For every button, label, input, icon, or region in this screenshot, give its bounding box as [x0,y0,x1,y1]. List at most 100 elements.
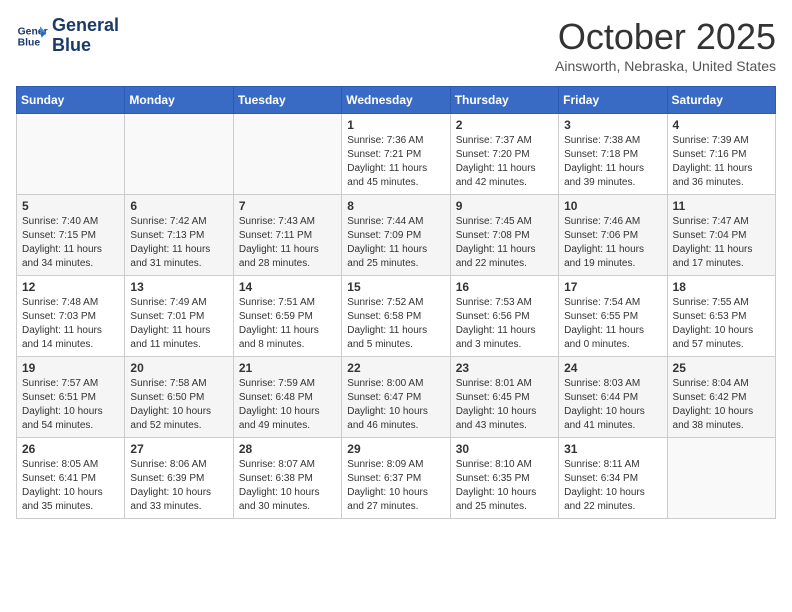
calendar-cell [233,114,341,195]
calendar-body: 1Sunrise: 7:36 AMSunset: 7:21 PMDaylight… [17,114,776,519]
day-info: Sunrise: 8:09 AMSunset: 6:37 PMDaylight:… [347,458,444,514]
day-number: 26 [22,442,119,456]
calendar-week-3: 12Sunrise: 7:48 AMSunset: 7:03 PMDayligh… [17,276,776,357]
calendar-cell: 9 Sunrise: 7:45 AMSunset: 7:08 PMDaylight… [450,195,558,276]
day-number: 17 [564,280,661,294]
day-info: Sunrise: 8:07 AMSunset: 6:38 PMDaylight:… [239,458,336,514]
day-info: Sunrise: 7:48 AMSunset: 7:03 PMDaylight:… [22,296,119,352]
day-info: Sunrise: 7:53 AMSunset: 6:56 PMDaylight:… [456,296,553,352]
col-friday: Friday [559,87,667,114]
day-info: Sunrise: 7:38 AMSunset: 7:18 PMDaylight:… [564,134,661,190]
day-info: Sunrise: 8:00 AMSunset: 6:47 PMDaylight:… [347,377,444,433]
day-number: 22 [347,361,444,375]
day-info: Sunrise: 7:57 AMSunset: 6:51 PMDaylight:… [22,377,119,433]
day-info: Sunrise: 7:39 AMSunset: 7:16 PMDaylight:… [673,134,770,190]
calendar-cell: 10 Sunrise: 7:46 AMSunset: 7:06 PMDayligh… [559,195,667,276]
day-number: 14 [239,280,336,294]
calendar-cell: 6 Sunrise: 7:42 AMSunset: 7:13 PMDaylight… [125,195,233,276]
logo: General Blue General Blue [16,16,119,56]
day-number: 15 [347,280,444,294]
day-info: Sunrise: 7:51 AMSunset: 6:59 PMDaylight:… [239,296,336,352]
calendar-week-4: 19 Sunrise: 7:57 AMSunset: 6:51 PMDayligh… [17,357,776,438]
location-text: Ainsworth, Nebraska, United States [555,58,776,74]
day-number: 24 [564,361,661,375]
day-info: Sunrise: 8:03 AMSunset: 6:44 PMDaylight:… [564,377,661,433]
day-info: Sunrise: 8:05 AMSunset: 6:41 PMDaylight:… [22,458,119,514]
day-info: Sunrise: 7:45 AMSunset: 7:08 PMDaylight:… [456,215,553,271]
day-info: Sunrise: 7:42 AMSunset: 7:13 PMDaylight:… [130,215,227,271]
calendar-cell: 8 Sunrise: 7:44 AMSunset: 7:09 PMDaylight… [342,195,450,276]
day-info: Sunrise: 7:36 AMSunset: 7:21 PMDaylight:… [347,134,444,190]
day-number: 19 [22,361,119,375]
calendar-cell: 15 Sunrise: 7:52 AMSunset: 6:58 PMDayligh… [342,276,450,357]
day-number: 10 [564,199,661,213]
calendar-cell: 23 Sunrise: 8:01 AMSunset: 6:45 PMDayligh… [450,357,558,438]
day-info: Sunrise: 8:01 AMSunset: 6:45 PMDaylight:… [456,377,553,433]
day-number: 5 [22,199,119,213]
day-info: Sunrise: 7:54 AMSunset: 6:55 PMDaylight:… [564,296,661,352]
logo-icon: General Blue [16,20,48,52]
day-number: 13 [130,280,227,294]
col-sunday: Sunday [17,87,125,114]
day-info: Sunrise: 7:58 AMSunset: 6:50 PMDaylight:… [130,377,227,433]
col-saturday: Saturday [667,87,775,114]
calendar-cell: 19 Sunrise: 7:57 AMSunset: 6:51 PMDayligh… [17,357,125,438]
day-number: 2 [456,118,553,132]
day-info: Sunrise: 8:11 AMSunset: 6:34 PMDaylight:… [564,458,661,514]
calendar-cell: 27Sunrise: 8:06 AMSunset: 6:39 PMDayligh… [125,438,233,519]
day-info: Sunrise: 7:40 AMSunset: 7:15 PMDaylight:… [22,215,119,271]
calendar-cell [125,114,233,195]
calendar-cell: 16Sunrise: 7:53 AMSunset: 6:56 PMDayligh… [450,276,558,357]
page-header: General Blue General Blue October 2025 A… [16,16,776,74]
calendar-cell [667,438,775,519]
calendar-cell: 13 Sunrise: 7:49 AMSunset: 7:01 PMDayligh… [125,276,233,357]
calendar-cell: 30Sunrise: 8:10 AMSunset: 6:35 PMDayligh… [450,438,558,519]
day-number: 9 [456,199,553,213]
calendar-cell: 26 Sunrise: 8:05 AMSunset: 6:41 PMDayligh… [17,438,125,519]
svg-text:Blue: Blue [18,37,41,48]
calendar-cell: 1Sunrise: 7:36 AMSunset: 7:21 PMDaylight… [342,114,450,195]
day-number: 30 [456,442,553,456]
calendar-cell: 18 Sunrise: 7:55 AMSunset: 6:53 PMDayligh… [667,276,775,357]
day-number: 20 [130,361,227,375]
day-number: 23 [456,361,553,375]
day-info: Sunrise: 7:43 AMSunset: 7:11 PMDaylight:… [239,215,336,271]
calendar-cell: 12Sunrise: 7:48 AMSunset: 7:03 PMDayligh… [17,276,125,357]
calendar-week-5: 26 Sunrise: 8:05 AMSunset: 6:41 PMDayligh… [17,438,776,519]
col-monday: Monday [125,87,233,114]
day-number: 27 [130,442,227,456]
day-info: Sunrise: 7:47 AMSunset: 7:04 PMDaylight:… [673,215,770,271]
day-number: 29 [347,442,444,456]
col-tuesday: Tuesday [233,87,341,114]
calendar-cell: 24 Sunrise: 8:03 AMSunset: 6:44 PMDayligh… [559,357,667,438]
day-number: 18 [673,280,770,294]
calendar-cell: 2Sunrise: 7:37 AMSunset: 7:20 PMDaylight… [450,114,558,195]
day-info: Sunrise: 7:52 AMSunset: 6:58 PMDaylight:… [347,296,444,352]
day-info: Sunrise: 7:55 AMSunset: 6:53 PMDaylight:… [673,296,770,352]
calendar-week-1: 1Sunrise: 7:36 AMSunset: 7:21 PMDaylight… [17,114,776,195]
calendar-cell: 28Sunrise: 8:07 AMSunset: 6:38 PMDayligh… [233,438,341,519]
calendar-cell: 4 Sunrise: 7:39 AMSunset: 7:16 PMDaylight… [667,114,775,195]
day-number: 11 [673,199,770,213]
day-info: Sunrise: 8:04 AMSunset: 6:42 PMDaylight:… [673,377,770,433]
day-info: Sunrise: 7:46 AMSunset: 7:06 PMDaylight:… [564,215,661,271]
calendar-cell: 14 Sunrise: 7:51 AMSunset: 6:59 PMDayligh… [233,276,341,357]
calendar-cell: 20 Sunrise: 7:58 AMSunset: 6:50 PMDayligh… [125,357,233,438]
day-number: 3 [564,118,661,132]
day-info: Sunrise: 7:49 AMSunset: 7:01 PMDaylight:… [130,296,227,352]
calendar-table: Sunday Monday Tuesday Wednesday Thursday… [16,86,776,519]
day-number: 25 [673,361,770,375]
day-number: 6 [130,199,227,213]
day-number: 4 [673,118,770,132]
calendar-cell: 29 Sunrise: 8:09 AMSunset: 6:37 PMDayligh… [342,438,450,519]
day-number: 8 [347,199,444,213]
calendar-cell: 25 Sunrise: 8:04 AMSunset: 6:42 PMDayligh… [667,357,775,438]
col-thursday: Thursday [450,87,558,114]
day-info: Sunrise: 7:44 AMSunset: 7:09 PMDaylight:… [347,215,444,271]
calendar-cell: 5 Sunrise: 7:40 AMSunset: 7:15 PMDaylight… [17,195,125,276]
calendar-cell [17,114,125,195]
calendar-cell: 17 Sunrise: 7:54 AMSunset: 6:55 PMDayligh… [559,276,667,357]
calendar-cell: 22 Sunrise: 8:00 AMSunset: 6:47 PMDayligh… [342,357,450,438]
header-row: Sunday Monday Tuesday Wednesday Thursday… [17,87,776,114]
calendar-cell: 7Sunrise: 7:43 AMSunset: 7:11 PMDaylight… [233,195,341,276]
